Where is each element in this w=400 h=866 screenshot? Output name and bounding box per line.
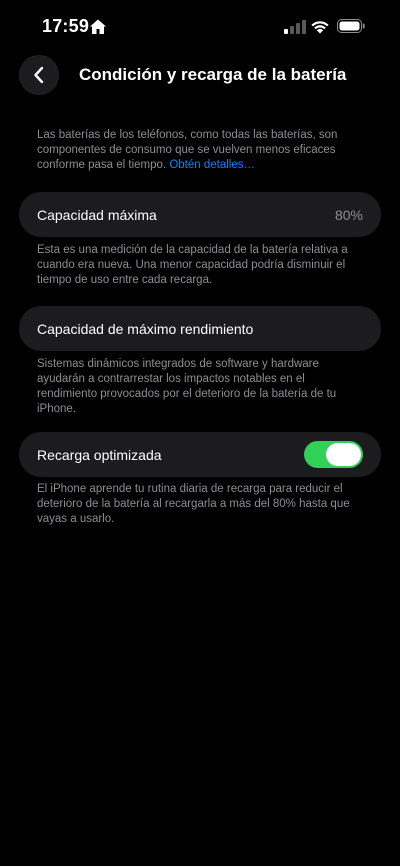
status-time: 17:59 bbox=[42, 16, 90, 36]
max-capacity-description: Esta es una medición de la capacidad de … bbox=[37, 244, 348, 286]
toggle-knob bbox=[326, 443, 361, 466]
home-icon bbox=[90, 19, 106, 34]
peak-performance-row: Capacidad de máximo rendimiento bbox=[19, 306, 381, 351]
max-capacity-row: Capacidad máxima 80% bbox=[19, 192, 381, 237]
status-bar: 17:59 bbox=[0, 0, 400, 54]
chevron-left-icon bbox=[34, 66, 44, 84]
max-capacity-value: 80% bbox=[334, 206, 363, 223]
intro-text: Las baterías de los teléfonos, como toda… bbox=[37, 128, 367, 173]
wifi-icon bbox=[311, 21, 329, 34]
peak-performance-label: Capacidad de máximo rendimiento bbox=[37, 320, 254, 337]
optimized-charging-toggle[interactable] bbox=[304, 441, 363, 468]
max-capacity-label: Capacidad máxima bbox=[37, 206, 157, 223]
back-button[interactable] bbox=[19, 55, 59, 95]
optimized-charging-row: Recarga optimizada bbox=[19, 432, 381, 477]
battery-icon bbox=[337, 19, 365, 33]
peak-performance-description: Sistemas dinámicos integrados de softwar… bbox=[37, 358, 337, 415]
learn-more-link[interactable]: Obtén detalles… bbox=[169, 159, 255, 171]
optimized-charging-label: Recarga optimizada bbox=[37, 446, 162, 463]
cellular-signal-icon bbox=[284, 20, 306, 34]
page-title: Condición y recarga de la batería bbox=[79, 65, 347, 84]
optimized-charging-description: El iPhone aprende tu rutina diaria de re… bbox=[37, 483, 350, 525]
